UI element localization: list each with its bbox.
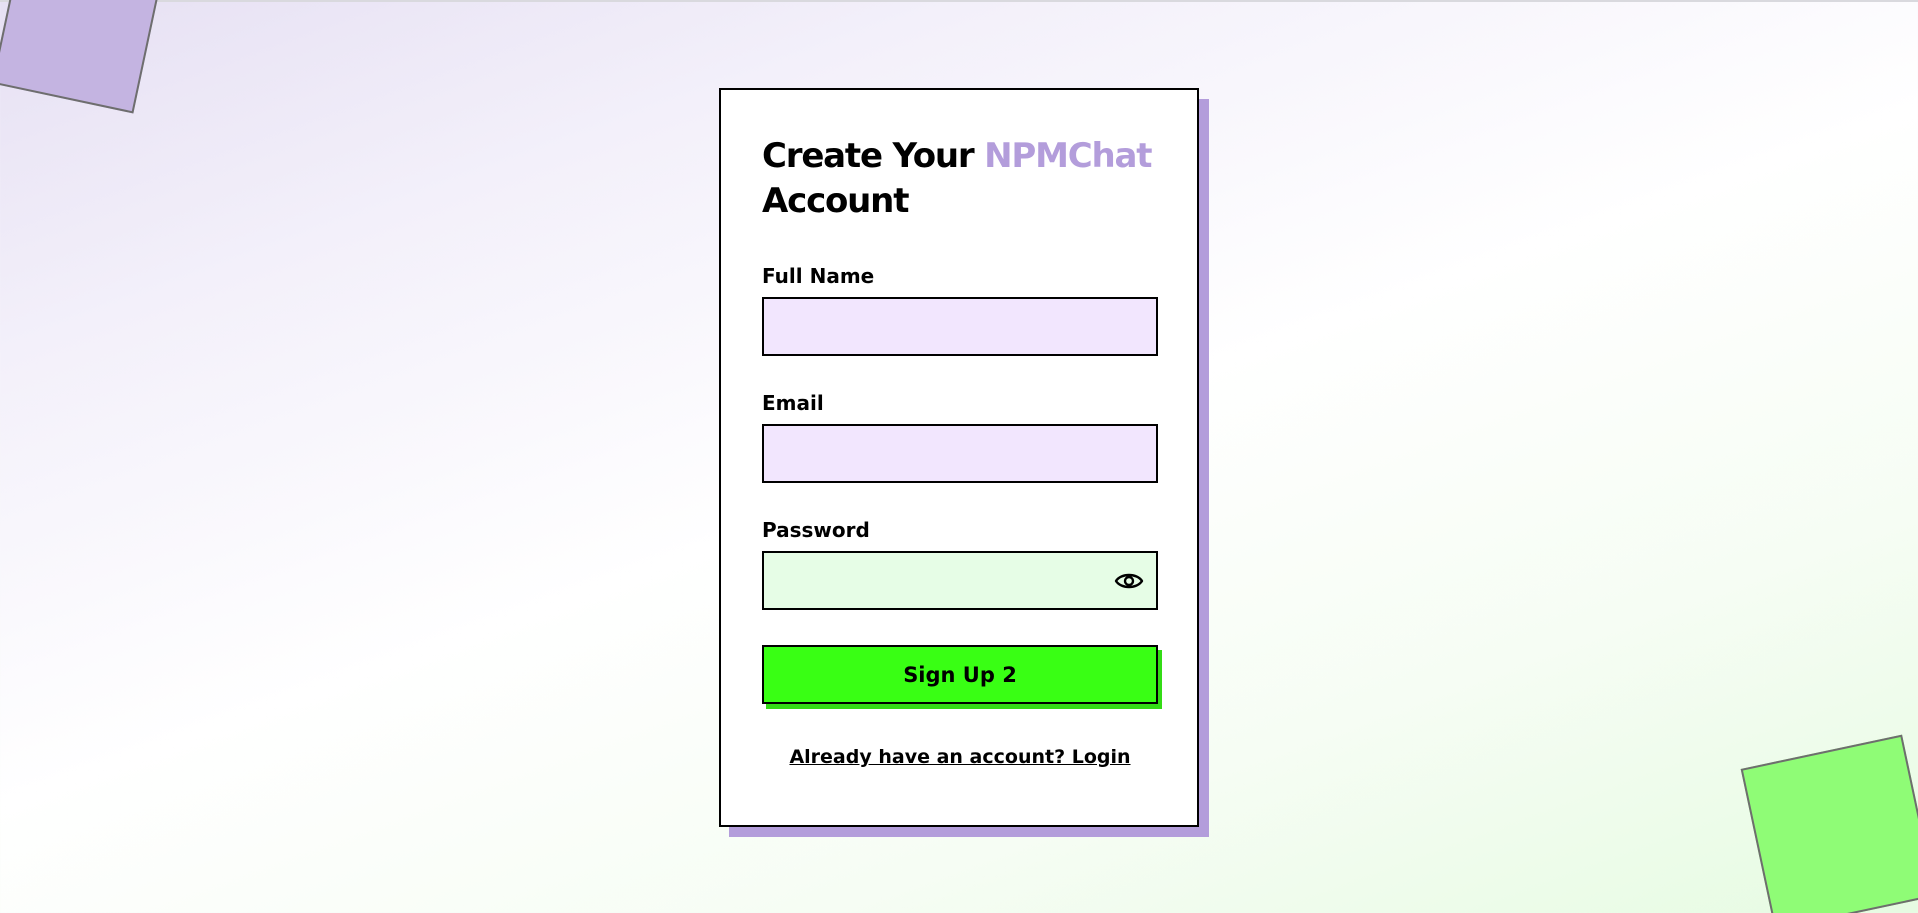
decorative-green-square: [1740, 734, 1918, 913]
sign-up-button[interactable]: Sign Up 2: [762, 645, 1158, 704]
show-password-toggle[interactable]: [1114, 568, 1144, 594]
decorative-purple-square: [0, 0, 164, 114]
login-link[interactable]: Already have an account? Login: [762, 746, 1158, 768]
email-input[interactable]: [764, 426, 1156, 481]
password-field-group: Password: [762, 518, 1158, 610]
email-label: Email: [762, 391, 824, 415]
full-name-input[interactable]: [764, 299, 1156, 354]
password-input[interactable]: [764, 553, 1156, 608]
eye-icon: [1114, 573, 1144, 589]
full-name-input-box: [762, 297, 1158, 356]
full-name-label: Full Name: [762, 264, 875, 288]
email-input-box: [762, 424, 1158, 483]
page-title: Create Your NPMChat Account: [762, 134, 1157, 224]
brand-name: NPMChat: [984, 136, 1152, 176]
title-suffix: Account: [762, 181, 909, 221]
title-prefix: Create Your: [762, 136, 985, 176]
full-name-field-group: Full Name: [762, 264, 1158, 356]
top-divider: [0, 0, 1918, 2]
password-label: Password: [762, 518, 870, 542]
email-field-group: Email: [762, 391, 1158, 483]
password-input-box: [762, 551, 1158, 610]
submit-button-wrapper: Sign Up 2: [762, 645, 1162, 709]
signup-card: Create Your NPMChat Account Full Name Ema…: [719, 88, 1199, 827]
